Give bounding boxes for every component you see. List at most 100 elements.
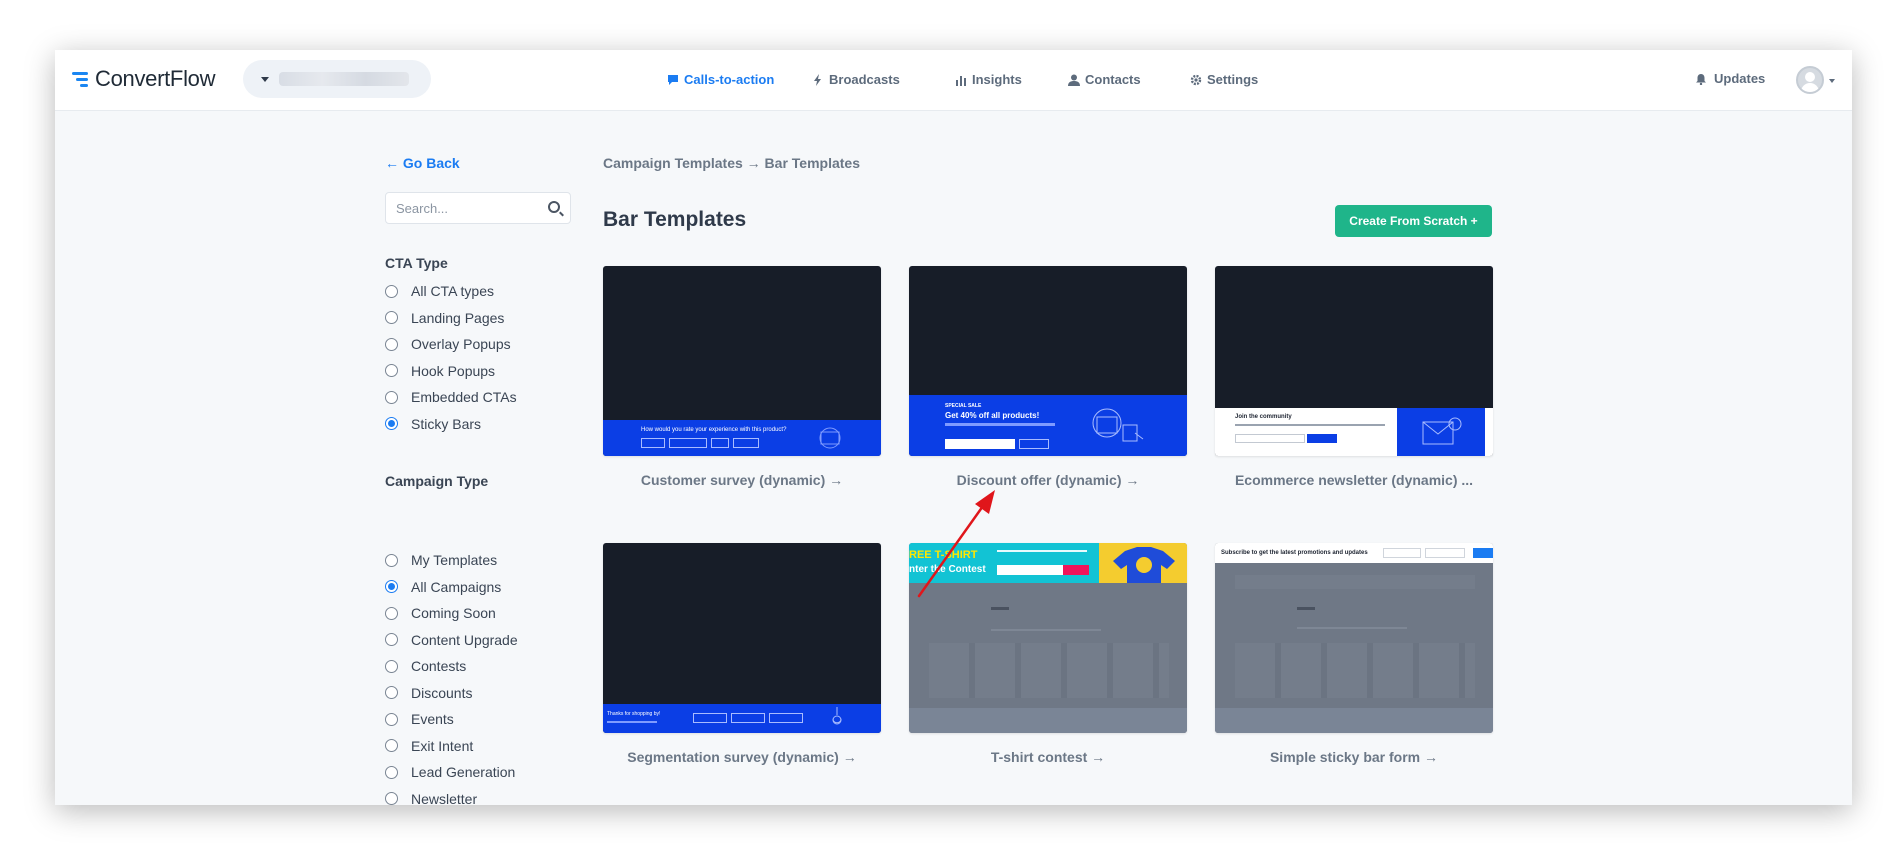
radio-button[interactable] — [385, 686, 398, 699]
nav-contacts[interactable]: Contacts — [1068, 72, 1141, 87]
preview-button — [1307, 434, 1337, 443]
template-label[interactable]: Ecommerce newsletter (dynamic) ... — [1215, 472, 1493, 488]
breadcrumb[interactable]: Campaign Templates → Bar Templates — [603, 155, 860, 171]
go-back-link[interactable]: ← Go Back — [385, 155, 460, 171]
template-label[interactable]: T-shirt contest → — [909, 749, 1187, 765]
preview-kicker: SPECIAL SALE — [945, 403, 982, 409]
filter-option[interactable]: All Campaigns — [385, 579, 501, 595]
preview-text: How would you rate your experience with … — [641, 427, 787, 433]
caret-down-icon[interactable] — [1829, 79, 1835, 83]
filter-option[interactable]: Sticky Bars — [385, 416, 481, 432]
preview-button — [1063, 565, 1089, 575]
radio-button[interactable] — [385, 553, 398, 567]
preview-button — [669, 438, 707, 448]
filter-option[interactable]: My Templates — [385, 552, 497, 568]
search-input[interactable] — [386, 193, 536, 223]
preview-image — [1397, 408, 1485, 456]
preview-subtext — [945, 423, 1055, 426]
preview-input — [1383, 548, 1421, 558]
template-card-customer-survey[interactable]: How would you rate your experience with … — [603, 266, 881, 488]
radio-button[interactable] — [385, 580, 398, 593]
preview-products — [1235, 643, 1475, 698]
filter-option-label: Embedded CTAs — [411, 389, 517, 405]
template-card-simple-sticky-bar[interactable]: Subscribe to get the latest promotions a… — [1215, 543, 1493, 765]
nav-settings[interactable]: Settings — [1190, 72, 1258, 87]
template-label[interactable]: Discount offer (dynamic) → — [909, 472, 1187, 488]
nav-label: Insights — [972, 72, 1022, 87]
radio-button[interactable] — [385, 390, 398, 404]
template-thumbnail[interactable]: Subscribe to get the latest promotions a… — [1215, 543, 1493, 733]
filter-option[interactable]: Contests — [385, 658, 466, 674]
filter-option-label: Contests — [411, 658, 467, 674]
nav-calls-to-action[interactable]: Calls-to-action — [667, 72, 774, 87]
gear-icon — [1190, 74, 1202, 85]
preview-image — [1099, 543, 1187, 583]
preview-button — [769, 713, 803, 723]
radio-button[interactable] — [385, 659, 398, 673]
radio-button[interactable] — [385, 739, 398, 752]
lightning-icon — [814, 73, 821, 86]
template-label[interactable]: Customer survey (dynamic) → — [603, 472, 881, 488]
search-icon[interactable] — [548, 201, 560, 213]
nav-label: Broadcasts — [829, 72, 900, 87]
preview-button — [733, 438, 759, 448]
site-selector[interactable] — [243, 60, 431, 98]
filter-option-label: Newsletter — [411, 790, 478, 806]
template-thumbnail[interactable]: Join the community — [1215, 266, 1493, 456]
filter-option[interactable]: Landing Pages — [385, 310, 504, 326]
nav-insights[interactable]: Insights — [955, 72, 1022, 87]
radio-button[interactable] — [385, 765, 398, 779]
filter-option[interactable]: Hook Popups — [385, 363, 495, 379]
radio-button[interactable] — [385, 337, 398, 351]
filter-option-label: Hook Popups — [411, 362, 496, 379]
radio-button[interactable] — [385, 417, 398, 430]
filter-option[interactable]: Embedded CTAs — [385, 389, 517, 405]
template-card-ecommerce-newsletter[interactable]: Join the community Ecommerce newsletter … — [1215, 266, 1493, 488]
template-thumbnail[interactable]: SPECIAL SALE Get 40% off all products! — [909, 266, 1187, 456]
radio-button[interactable] — [385, 284, 398, 298]
chat-bubble-icon — [668, 74, 678, 85]
radio-button[interactable] — [385, 606, 398, 620]
updates-label: Updates — [1714, 71, 1766, 86]
radio-button[interactable] — [385, 633, 398, 646]
nav-label: Calls-to-action — [684, 72, 775, 87]
preview-bar: Subscribe to get the latest promotions a… — [1215, 543, 1493, 563]
updates-link[interactable]: Updates — [1695, 71, 1765, 86]
logo[interactable]: ConvertFlow — [72, 66, 215, 92]
filter-option-label: All Campaigns — [411, 578, 502, 595]
radio-button[interactable] — [385, 364, 398, 377]
filter-option[interactable]: Newsletter — [385, 790, 478, 806]
envelope-icon — [1422, 417, 1462, 445]
filter-option[interactable]: Overlay Popups — [385, 336, 511, 352]
illustration-icon — [832, 707, 842, 725]
filter-option[interactable]: Lead Generation — [385, 764, 515, 780]
nav-broadcasts[interactable]: Broadcasts — [812, 72, 900, 87]
template-thumbnail[interactable]: How would you rate your experience with … — [603, 266, 881, 456]
filter-option[interactable]: Exit Intent — [385, 738, 473, 754]
logo-text: ConvertFlow — [95, 66, 216, 91]
create-from-scratch-button[interactable]: Create From Scratch + — [1335, 205, 1492, 237]
template-thumbnail[interactable]: Thanks for shopping by! — [603, 543, 881, 733]
preview-input — [1235, 434, 1305, 443]
preview-bar: Thanks for shopping by! — [603, 704, 881, 733]
template-card-segmentation-survey[interactable]: Thanks for shopping by! Segmentation sur… — [603, 543, 881, 765]
filter-option[interactable]: Discounts — [385, 685, 472, 701]
top-navbar: ConvertFlow Calls-to-action Broadcasts I… — [55, 50, 1852, 111]
preview-subtext — [1235, 424, 1385, 426]
template-label[interactable]: Segmentation survey (dynamic) → — [603, 749, 881, 765]
preview-button — [1019, 439, 1049, 449]
template-card-discount-offer[interactable]: SPECIAL SALE Get 40% off all products! D… — [909, 266, 1187, 488]
template-label[interactable]: Simple sticky bar form → — [1215, 749, 1493, 765]
preview-logo — [991, 607, 1009, 610]
nav-label: Settings — [1207, 72, 1259, 87]
filter-option[interactable]: All CTA types — [385, 283, 494, 299]
filter-option[interactable]: Coming Soon — [385, 605, 496, 621]
radio-button[interactable] — [385, 311, 398, 324]
radio-button[interactable] — [385, 792, 398, 805]
filter-option[interactable]: Events — [385, 711, 454, 727]
radio-button[interactable] — [385, 712, 398, 726]
avatar[interactable] — [1796, 66, 1824, 94]
filter-option[interactable]: Content Upgrade — [385, 632, 518, 648]
filter-option-label: My Templates — [411, 552, 498, 568]
app-window: ConvertFlow Calls-to-action Broadcasts I… — [55, 50, 1852, 805]
